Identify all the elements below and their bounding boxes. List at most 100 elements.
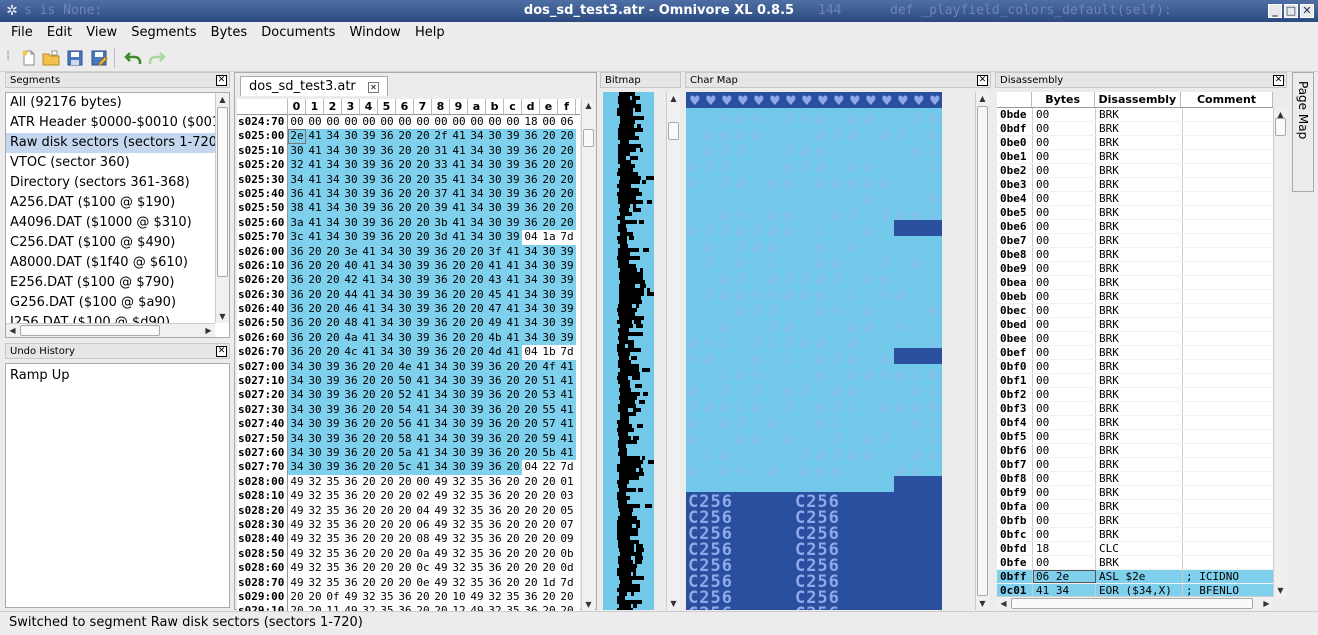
hex-byte[interactable]: 41	[558, 388, 576, 403]
hex-byte[interactable]: 10	[450, 590, 468, 604]
hex-byte[interactable]: 39	[414, 345, 432, 360]
segment-item[interactable]: All (92176 bytes)	[6, 93, 229, 113]
hex-byte[interactable]: 41	[414, 445, 432, 461]
hex-byte[interactable]: 41	[306, 215, 324, 231]
hex-byte[interactable]: 30	[306, 388, 324, 403]
hex-byte[interactable]: 34	[468, 215, 486, 231]
disassembly-row[interactable]: 0bf1 00 BRK	[997, 374, 1273, 388]
hex-byte[interactable]: 30	[540, 330, 558, 346]
scroll-thumb[interactable]	[217, 107, 228, 277]
hex-byte[interactable]: 36	[522, 172, 540, 187]
hex-byte[interactable]: 20	[414, 215, 432, 231]
hex-byte[interactable]: 49	[432, 504, 450, 518]
hex-byte[interactable]: 30	[540, 273, 558, 288]
hex-byte[interactable]: 39	[468, 431, 486, 446]
hex-byte[interactable]: 20	[396, 186, 414, 202]
hex-byte[interactable]: 49	[432, 561, 450, 575]
disassembly-row[interactable]: 0bea 00 BRK	[997, 276, 1273, 290]
hex-byte[interactable]: 39	[558, 330, 576, 346]
scroll-left-icon[interactable]: ◀	[6, 324, 19, 337]
hex-byte[interactable]: 49	[432, 518, 450, 532]
hex-byte[interactable]: 49	[288, 518, 306, 532]
hex-byte[interactable]: 32	[306, 489, 324, 503]
hex-byte[interactable]: 41	[486, 258, 504, 274]
save-icon[interactable]	[66, 49, 84, 67]
hex-byte[interactable]: 34	[378, 244, 396, 259]
disassembly-column-header[interactable]: Disassembly	[1095, 92, 1181, 107]
hex-byte[interactable]: 41	[504, 330, 522, 346]
hex-byte[interactable]: 52	[396, 388, 414, 403]
hex-byte[interactable]: 58	[396, 431, 414, 446]
hex-byte[interactable]: 39	[414, 287, 432, 303]
hex-byte[interactable]: 20	[522, 431, 540, 446]
hex-byte[interactable]: 34	[288, 460, 306, 475]
hex-byte[interactable]: 35	[504, 590, 522, 604]
hex-byte[interactable]: 20	[504, 359, 522, 375]
hex-byte[interactable]: 30	[540, 287, 558, 303]
hex-byte[interactable]: 05	[558, 504, 576, 518]
hex-byte[interactable]: 41	[414, 417, 432, 432]
hex-byte[interactable]: 41	[360, 302, 378, 317]
hex-byte[interactable]: 36	[378, 143, 396, 159]
hex-byte[interactable]: 41	[306, 143, 324, 159]
hex-byte[interactable]: 30	[342, 230, 360, 245]
hex-byte[interactable]: 36	[342, 402, 360, 418]
hex-byte[interactable]: 34	[468, 172, 486, 187]
segment-item[interactable]: A256.DAT ($100 @ $190)	[6, 193, 229, 213]
hex-byte[interactable]: 20	[522, 445, 540, 461]
hex-byte[interactable]: 20	[360, 504, 378, 518]
disassembly-row[interactable]: 0be7 00 BRK	[997, 234, 1273, 248]
hex-byte[interactable]: 4d	[486, 345, 504, 360]
hex-byte[interactable]: 36	[288, 258, 306, 274]
hex-byte[interactable]: 20	[396, 172, 414, 187]
hex-byte[interactable]: 41	[504, 302, 522, 317]
hex-byte[interactable]: 36	[288, 244, 306, 259]
hex-byte[interactable]: 39	[360, 215, 378, 231]
hex-byte[interactable]: 20	[414, 143, 432, 159]
hex-byte[interactable]: 34	[324, 215, 342, 231]
hex-byte[interactable]: 32	[486, 590, 504, 604]
hex-byte[interactable]: 32	[486, 604, 504, 611]
hex-byte[interactable]: 20	[360, 417, 378, 432]
hex-byte[interactable]: 41	[504, 287, 522, 303]
hex-byte[interactable]: 39	[360, 172, 378, 187]
disassembly-row[interactable]: 0bde 00 BRK	[997, 108, 1273, 122]
hex-byte[interactable]: 0d	[558, 561, 576, 575]
hex-byte[interactable]: 20	[360, 518, 378, 532]
hex-byte[interactable]: 20	[396, 475, 414, 489]
segments-hscroll[interactable]: ◀ ▶	[6, 323, 215, 337]
hex-byte[interactable]: 39	[324, 417, 342, 432]
hex-byte[interactable]: 20	[504, 561, 522, 575]
hex-byte[interactable]: 39	[558, 244, 576, 259]
hex-byte[interactable]: 20	[396, 576, 414, 590]
hex-byte[interactable]: 39	[324, 359, 342, 375]
hex-byte[interactable]: 34	[288, 388, 306, 403]
hex-byte[interactable]: 49	[288, 561, 306, 575]
hex-byte[interactable]: 34	[468, 143, 486, 159]
hex-byte[interactable]: 20	[378, 561, 396, 575]
hex-byte[interactable]: 35	[468, 489, 486, 503]
hex-byte[interactable]: 49	[342, 604, 360, 611]
minimize-icon[interactable]: _	[1268, 4, 1282, 18]
hex-byte[interactable]: 41	[450, 158, 468, 173]
hex-byte[interactable]: 34	[432, 460, 450, 475]
disassembly-row[interactable]: 0bfd 18 CLC	[997, 542, 1273, 556]
hex-byte[interactable]: 30	[396, 258, 414, 274]
disassembly-row[interactable]: 0bed 00 BRK	[997, 318, 1273, 332]
hex-byte[interactable]: 34	[288, 374, 306, 389]
hex-byte[interactable]: 36	[342, 431, 360, 446]
hex-byte[interactable]: 30	[450, 374, 468, 389]
hex-byte[interactable]: 04	[522, 460, 540, 474]
hex-byte[interactable]: 20	[360, 460, 378, 475]
hex-byte[interactable]: 30	[450, 417, 468, 432]
hex-byte[interactable]: 32	[450, 547, 468, 561]
hex-byte[interactable]: 20	[558, 129, 576, 144]
hex-byte[interactable]: 34	[522, 330, 540, 346]
hex-byte[interactable]: 20	[360, 431, 378, 446]
disassembly-row[interactable]: 0bdf 00 BRK	[997, 122, 1273, 136]
disassembly-column-header[interactable]: Comment	[1181, 92, 1273, 107]
scroll-up-icon[interactable]: ▲	[976, 92, 989, 105]
hex-byte[interactable]: 30	[306, 431, 324, 446]
hex-byte[interactable]: 20	[522, 388, 540, 403]
hex-byte[interactable]: 39	[324, 402, 342, 418]
